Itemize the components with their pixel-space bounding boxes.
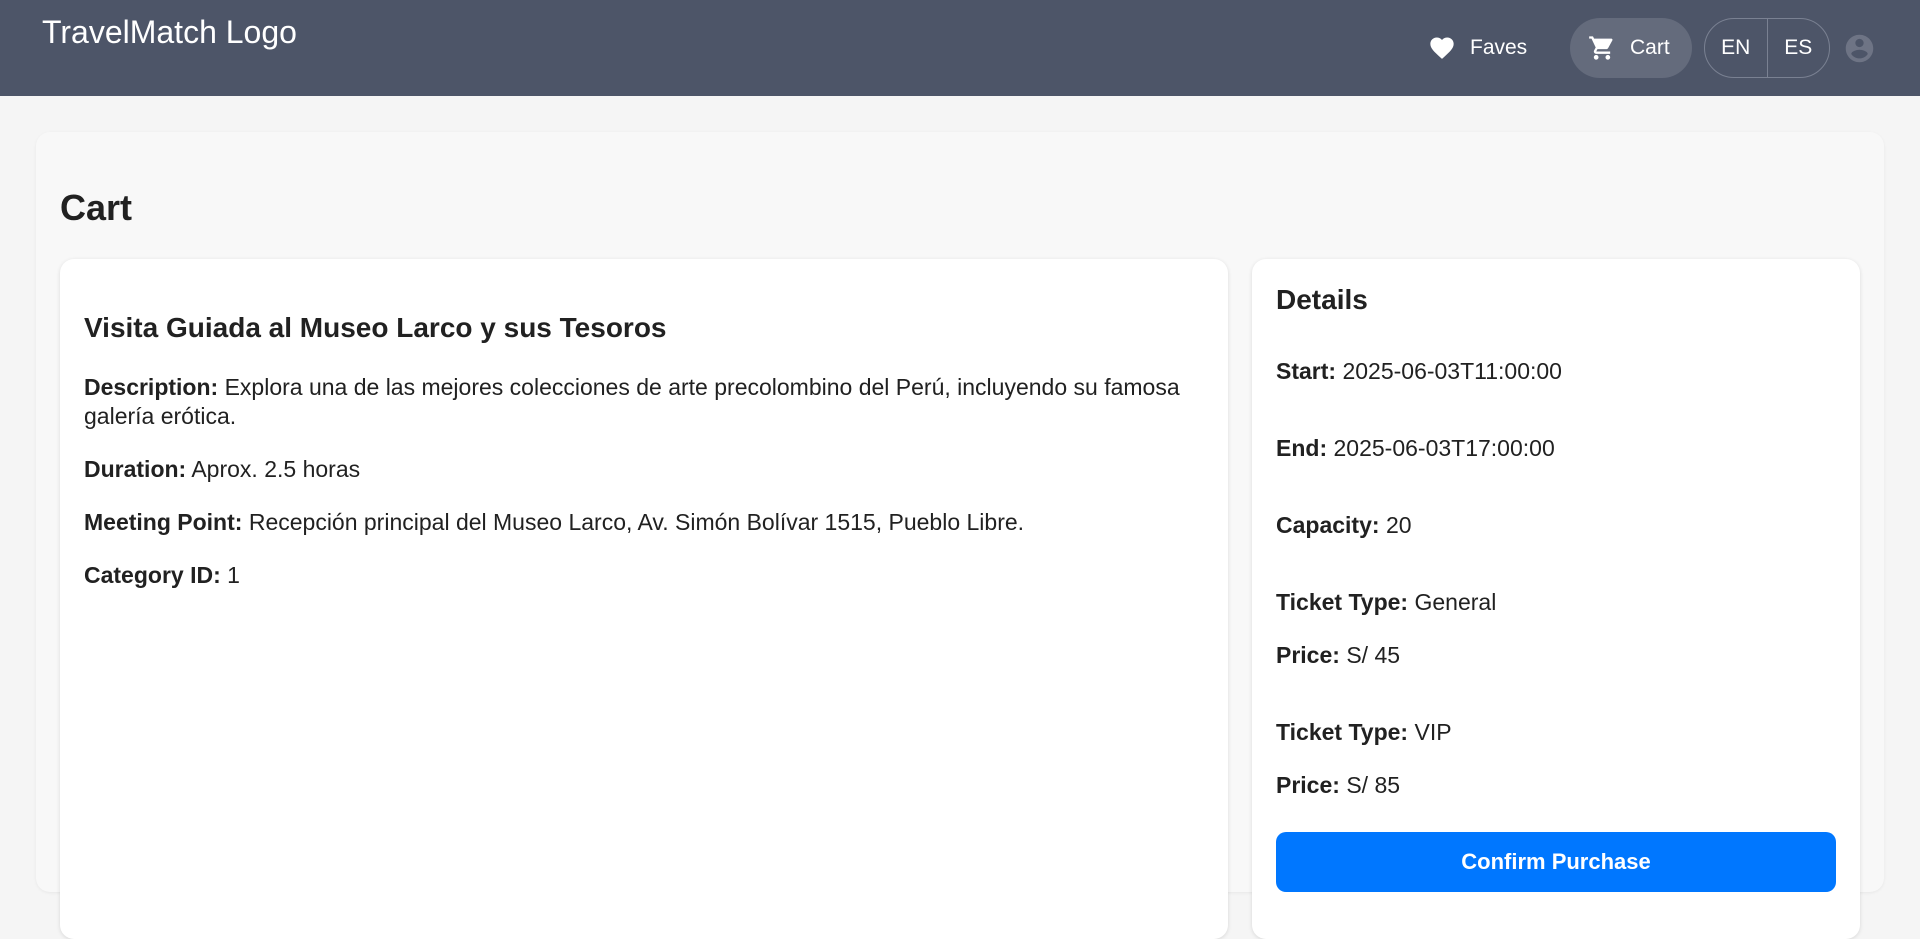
capacity-value: 20 <box>1385 512 1412 538</box>
meeting-point-label: Meeting Point: <box>84 509 243 535</box>
faves-label: Faves <box>1470 36 1528 59</box>
price-label: Price: <box>1276 642 1340 668</box>
language-es-button[interactable]: ES <box>1766 19 1830 77</box>
end-label: End: <box>1276 435 1328 461</box>
heart-icon <box>1430 37 1454 59</box>
capacity: Capacity: 20 <box>1276 511 1412 540</box>
price-value: S/ 45 <box>1346 642 1401 668</box>
app-logo[interactable]: TravelMatch Logo <box>42 12 297 52</box>
category-label: Category ID: <box>84 562 221 588</box>
duration-value: Aprox. 2.5 horas <box>191 456 361 482</box>
start-label: Start: <box>1276 358 1337 384</box>
ticket-type-vip: Ticket Type: VIP <box>1276 718 1452 747</box>
details-card: Details Start: 2025-06-03T11:00:00 End: … <box>1252 259 1860 939</box>
ticket-type-value: VIP <box>1414 719 1452 745</box>
faves-button[interactable]: Faves <box>1412 18 1552 78</box>
meeting-point-value: Recepción principal del Museo Larco, Av.… <box>248 509 1025 535</box>
activity-duration: Duration: Aprox. 2.5 horas <box>84 455 1194 484</box>
activity-description: Description: Explora una de las mejores … <box>84 373 1194 431</box>
start-time: Start: 2025-06-03T11:00:00 <box>1276 357 1562 386</box>
activity-meeting-point: Meeting Point: Recepción principal del M… <box>84 508 1194 537</box>
capacity-label: Capacity: <box>1276 512 1380 538</box>
language-toggle-group: EN ES <box>1704 18 1830 78</box>
end-value: 2025-06-03T17:00:00 <box>1333 435 1555 461</box>
price-label: Price: <box>1276 772 1340 798</box>
top-navigation-bar: TravelMatch Logo Faves Cart EN ES <box>0 0 1920 96</box>
description-label: Description: <box>84 374 219 400</box>
details-title: Details <box>1276 284 1368 315</box>
end-time: End: 2025-06-03T17:00:00 <box>1276 434 1555 463</box>
language-en-button[interactable]: EN <box>1705 19 1767 77</box>
cart-button[interactable]: Cart <box>1570 18 1692 78</box>
ticket-price-vip: Price: S/ 85 <box>1276 771 1400 800</box>
ticket-type-label: Ticket Type: <box>1276 719 1409 745</box>
activity-category: Category ID: 1 <box>84 561 1194 590</box>
page-title: Cart <box>60 187 133 228</box>
activity-title: Visita Guiada al Museo Larco y sus Tesor… <box>84 312 667 343</box>
ticket-type-label: Ticket Type: <box>1276 589 1409 615</box>
ticket-type-value: General <box>1414 589 1497 615</box>
confirm-purchase-button[interactable]: Confirm Purchase <box>1276 832 1836 892</box>
cart-page-container: Cart Visita Guiada al Museo Larco y sus … <box>36 132 1884 939</box>
activity-card: Visita Guiada al Museo Larco y sus Tesor… <box>60 259 1228 939</box>
description-value: Explora una de las mejores colecciones d… <box>84 374 1180 429</box>
price-value: S/ 85 <box>1346 772 1401 798</box>
duration-label: Duration: <box>84 456 187 482</box>
cart-label: Cart <box>1630 36 1670 59</box>
ticket-price-general: Price: S/ 45 <box>1276 641 1400 670</box>
ticket-type-general: Ticket Type: General <box>1276 588 1496 617</box>
start-value: 2025-06-03T11:00:00 <box>1342 358 1562 384</box>
category-value: 1 <box>227 562 240 588</box>
shopping-cart-icon <box>1589 36 1613 60</box>
account-circle-icon <box>1845 34 1874 63</box>
user-account-button[interactable] <box>1843 32 1876 65</box>
